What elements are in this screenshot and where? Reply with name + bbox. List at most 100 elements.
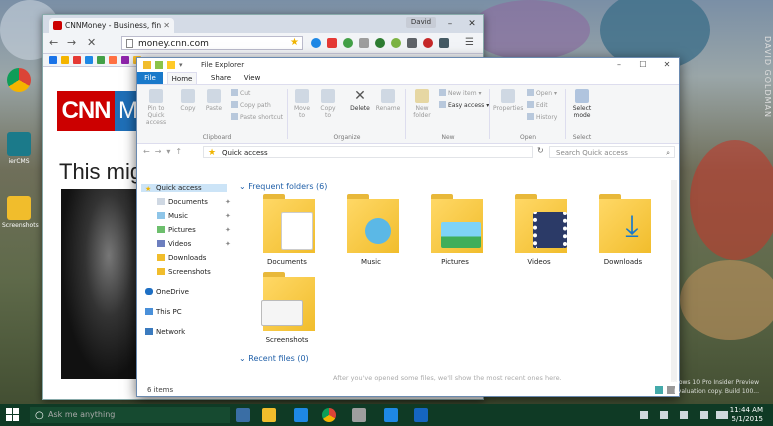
tab-view[interactable]: View bbox=[239, 72, 265, 84]
rename-button[interactable]: Rename bbox=[375, 89, 401, 112]
extension-icon[interactable] bbox=[327, 38, 337, 48]
easy-access-button[interactable]: Easy access ▾ bbox=[439, 101, 489, 109]
copy-to-button[interactable]: Copy to bbox=[317, 89, 339, 119]
history-button[interactable]: History bbox=[527, 113, 557, 121]
system-clock[interactable]: 11:44 AM 5/1/2015 bbox=[730, 406, 763, 424]
new-folder-button[interactable]: New folder bbox=[409, 89, 435, 119]
desktop-icon-cms[interactable]: ierCMS bbox=[2, 132, 36, 165]
user-profile-chip[interactable]: David bbox=[406, 17, 436, 28]
tab-file[interactable]: File bbox=[137, 72, 163, 84]
chrome-taskbar-icon[interactable] bbox=[322, 408, 336, 422]
bookmark-icon[interactable] bbox=[121, 56, 129, 64]
recent-files-header[interactable]: ⌄ Recent files (0) bbox=[239, 354, 309, 363]
stop-icon[interactable]: ✕ bbox=[87, 36, 96, 49]
properties-icon[interactable] bbox=[155, 61, 163, 69]
menu-icon[interactable]: ☰ bbox=[465, 37, 474, 48]
notification-icon[interactable] bbox=[660, 411, 668, 419]
bookmark-icon[interactable] bbox=[61, 56, 69, 64]
network-icon[interactable] bbox=[700, 411, 708, 419]
pin-quick-access-button[interactable]: Pin to Quick access bbox=[139, 89, 173, 126]
keyboard-icon[interactable] bbox=[716, 411, 728, 419]
copy-button[interactable]: Copy bbox=[177, 89, 199, 112]
nav-item-this-pc[interactable]: This PC bbox=[145, 308, 182, 316]
paste-shortcut-button[interactable]: Paste shortcut bbox=[231, 113, 283, 121]
extension-icon[interactable] bbox=[343, 38, 353, 48]
folder-icon[interactable] bbox=[143, 61, 151, 69]
app-taskbar-icon[interactable] bbox=[352, 408, 366, 422]
folder-documents[interactable]: Documents bbox=[247, 194, 327, 266]
extension-icon[interactable] bbox=[407, 38, 417, 48]
folder-pictures[interactable]: Pictures bbox=[415, 194, 495, 266]
nav-item-music[interactable]: Music ✦ bbox=[157, 212, 231, 220]
close-tab-icon[interactable]: ✕ bbox=[163, 18, 170, 33]
bookmark-star-icon[interactable]: ★ bbox=[290, 37, 299, 48]
cnn-logo[interactable]: CNN bbox=[57, 91, 115, 131]
new-item-button[interactable]: New item ▾ bbox=[439, 89, 481, 97]
article-photo[interactable] bbox=[61, 189, 141, 379]
open-button[interactable]: Open ▾ bbox=[527, 89, 557, 97]
address-bar[interactable]: money.cnn.com bbox=[121, 36, 303, 50]
bookmark-icon[interactable] bbox=[49, 56, 57, 64]
nav-item-pictures[interactable]: Pictures ✦ bbox=[157, 226, 231, 234]
details-view-icon[interactable] bbox=[655, 386, 663, 394]
nav-item-videos[interactable]: Videos ✦ bbox=[157, 240, 231, 248]
nav-item-network[interactable]: Network bbox=[145, 328, 185, 336]
copy-path-button[interactable]: Copy path bbox=[231, 101, 271, 109]
extension-icon[interactable] bbox=[423, 38, 433, 48]
nav-item-screenshots[interactable]: Screenshots bbox=[157, 268, 211, 276]
close-window-icon[interactable]: ✕ bbox=[657, 58, 677, 72]
bookmark-icon[interactable] bbox=[97, 56, 105, 64]
file-explorer-taskbar-icon[interactable] bbox=[262, 408, 276, 422]
nav-item-quick-access[interactable]: ★ Quick access bbox=[141, 184, 227, 193]
tab-share[interactable]: Share bbox=[207, 72, 235, 84]
chevron-down-icon[interactable]: ▾ bbox=[179, 61, 187, 69]
desktop-icon-screenshots[interactable]: Screenshots bbox=[2, 196, 39, 229]
extension-icon[interactable] bbox=[359, 38, 369, 48]
folder-videos[interactable]: Videos bbox=[499, 194, 579, 266]
properties-button[interactable]: Properties bbox=[493, 89, 523, 112]
forward-arrow-icon[interactable]: → bbox=[67, 36, 76, 49]
back-arrow-icon[interactable]: ← bbox=[49, 36, 58, 49]
store-taskbar-icon[interactable] bbox=[384, 408, 398, 422]
outlook-taskbar-icon[interactable] bbox=[414, 408, 428, 422]
paste-button[interactable]: Paste bbox=[203, 89, 225, 112]
edit-button[interactable]: Edit bbox=[527, 101, 548, 109]
cut-button[interactable]: Cut bbox=[231, 89, 250, 97]
nav-item-onedrive[interactable]: OneDrive bbox=[145, 288, 189, 296]
address-bar[interactable]: ★ Quick access bbox=[203, 146, 533, 158]
tab-home[interactable]: Home bbox=[167, 72, 197, 84]
bookmark-icon[interactable] bbox=[73, 56, 81, 64]
frequent-folders-header[interactable]: ⌄ Frequent folders (6) bbox=[239, 182, 327, 191]
nav-arrows[interactable]: ←→▾↑ bbox=[143, 147, 187, 156]
windows-start-icon[interactable] bbox=[6, 408, 20, 422]
maximize-icon[interactable]: ☐ bbox=[633, 58, 653, 72]
extension-icon[interactable] bbox=[439, 38, 449, 48]
new-folder-icon[interactable] bbox=[167, 61, 175, 69]
article-headline[interactable]: This mig bbox=[59, 159, 142, 185]
refresh-icon[interactable]: ↻ bbox=[537, 146, 544, 155]
select-mode-button[interactable]: Select mode bbox=[569, 89, 595, 119]
extension-icon[interactable] bbox=[375, 38, 385, 48]
bookmark-icon[interactable] bbox=[85, 56, 93, 64]
volume-icon[interactable] bbox=[680, 411, 688, 419]
folder-screenshots[interactable]: Screenshots bbox=[247, 272, 327, 344]
nav-item-documents[interactable]: Documents ✦ bbox=[157, 198, 231, 206]
desktop-icon-chrome[interactable] bbox=[2, 68, 36, 94]
task-view-icon[interactable] bbox=[236, 408, 250, 422]
extension-icon[interactable] bbox=[391, 38, 401, 48]
scrollbar[interactable] bbox=[671, 180, 677, 382]
chevron-up-icon[interactable] bbox=[640, 411, 648, 419]
nav-item-downloads[interactable]: Downloads bbox=[157, 254, 206, 262]
minimize-icon[interactable]: – bbox=[609, 58, 629, 72]
delete-button[interactable]: ✕ Delete bbox=[347, 89, 373, 112]
search-box[interactable]: Search Quick access ⌕ bbox=[549, 146, 675, 158]
bookmark-icon[interactable] bbox=[109, 56, 117, 64]
folder-music[interactable]: Music bbox=[331, 194, 411, 266]
move-to-button[interactable]: Move to bbox=[291, 89, 313, 119]
minimize-icon[interactable]: – bbox=[439, 15, 461, 33]
browser-tab-cnnmoney[interactable]: CNNMoney - Business, fin ✕ bbox=[49, 18, 174, 33]
cortana-search-box[interactable]: ○ Ask me anything bbox=[30, 407, 230, 423]
folder-downloads[interactable]: ⤓ Downloads bbox=[583, 194, 663, 266]
ie-taskbar-icon[interactable] bbox=[294, 408, 308, 422]
extension-icon[interactable] bbox=[311, 38, 321, 48]
